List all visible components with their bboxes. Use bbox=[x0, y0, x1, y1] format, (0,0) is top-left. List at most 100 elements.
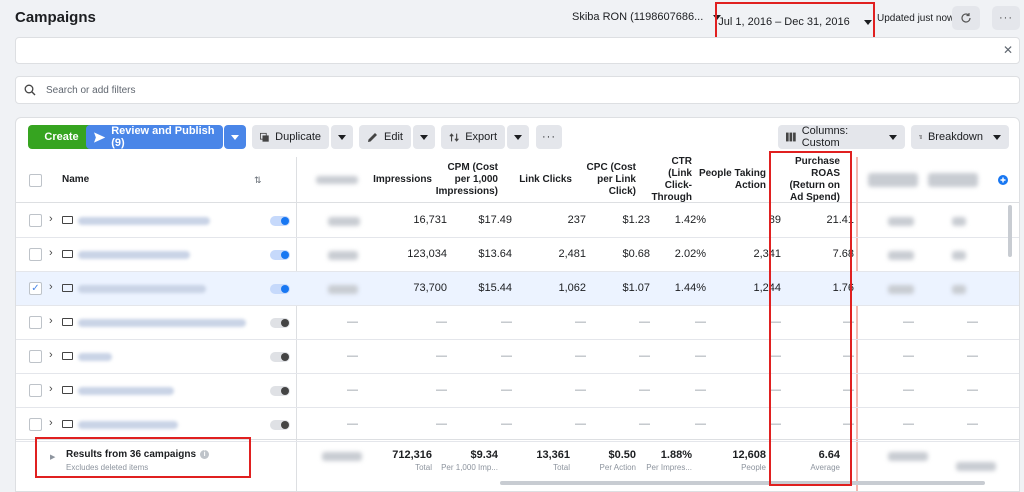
campaign-status-toggle[interactable] bbox=[270, 284, 290, 294]
duplicate-icon bbox=[260, 132, 269, 142]
blurred-value: — bbox=[903, 384, 914, 396]
folder-icon bbox=[62, 386, 73, 394]
duplicate-button[interactable]: Duplicate bbox=[252, 125, 329, 149]
sort-icon[interactable]: ⇅ bbox=[254, 157, 266, 203]
create-button[interactable]: Create bbox=[28, 125, 95, 149]
campaign-name[interactable] bbox=[78, 353, 112, 361]
row-checkbox[interactable] bbox=[29, 384, 42, 397]
column-header-link-clicks[interactable]: Link Clicks bbox=[512, 157, 572, 203]
campaign-name[interactable] bbox=[78, 285, 206, 293]
refresh-icon bbox=[961, 13, 971, 23]
campaign-name[interactable] bbox=[78, 421, 178, 429]
close-icon[interactable]: ✕ bbox=[1003, 43, 1013, 57]
highlight-roas-column bbox=[769, 151, 852, 486]
chevron-right-icon[interactable]: › bbox=[49, 349, 53, 361]
row-checkbox[interactable] bbox=[29, 350, 42, 363]
row-checkbox[interactable] bbox=[29, 214, 42, 227]
campaign-status-toggle[interactable] bbox=[270, 386, 290, 396]
select-all-checkbox[interactable] bbox=[29, 174, 42, 187]
column-header-cpc[interactable]: CPC (Cost per Link Click) bbox=[582, 157, 636, 203]
more-actions-button[interactable]: ··· bbox=[536, 125, 562, 149]
account-name: Skiba RON (1198607686... bbox=[572, 11, 704, 23]
duplicate-dropdown[interactable] bbox=[331, 125, 353, 149]
edit-button[interactable]: Edit bbox=[359, 125, 411, 149]
export-icon bbox=[449, 132, 459, 142]
cell-ctr: 1.42% bbox=[674, 214, 706, 226]
table-row[interactable]: ✓ › 73,700 $15.44 1,062 $1.07 1.44% 1,244 1.76 bbox=[16, 272, 1019, 306]
folder-icon bbox=[62, 216, 73, 224]
export-dropdown[interactable] bbox=[507, 125, 529, 149]
chevron-right-icon[interactable]: › bbox=[49, 281, 53, 293]
table-row[interactable]: › — — — — — — — — — — bbox=[16, 306, 1019, 340]
pencil-icon bbox=[368, 132, 377, 142]
folder-icon bbox=[62, 420, 73, 428]
footer-impressions: 712,316 Total bbox=[392, 449, 432, 472]
chevron-right-icon[interactable]: › bbox=[49, 247, 53, 259]
column-header-ctr[interactable]: CTR (Link Click-Through bbox=[646, 156, 692, 203]
campaign-name[interactable] bbox=[78, 251, 190, 259]
blurred-column-header bbox=[316, 157, 364, 203]
search-input[interactable] bbox=[46, 84, 446, 96]
campaign-status-toggle[interactable] bbox=[270, 352, 290, 362]
chevron-right-icon[interactable]: › bbox=[49, 383, 53, 395]
more-icon: ··· bbox=[999, 12, 1013, 24]
column-header-name[interactable]: Name bbox=[62, 157, 162, 203]
table-row[interactable]: › 16,731 $17.49 237 $1.23 1.42% 89 21.41 bbox=[16, 204, 1019, 238]
row-checkbox[interactable]: ✓ bbox=[29, 282, 42, 295]
campaign-name[interactable] bbox=[78, 319, 246, 327]
chevron-right-icon[interactable]: › bbox=[49, 315, 53, 327]
breakdown-button[interactable]: Breakdown bbox=[911, 125, 1009, 149]
blurred-value: — bbox=[967, 350, 978, 362]
blurred-value: — bbox=[903, 350, 914, 362]
search-bar[interactable] bbox=[15, 76, 1020, 104]
edit-dropdown[interactable] bbox=[413, 125, 435, 149]
cell-cpm: — bbox=[501, 384, 512, 396]
campaign-name[interactable] bbox=[78, 387, 174, 395]
blurred-column-header bbox=[928, 157, 986, 203]
blurred-value: — bbox=[903, 316, 914, 328]
column-header-cpm[interactable]: CPM (Cost per 1,000 Impressions) bbox=[436, 157, 498, 203]
row-checkbox[interactable] bbox=[29, 316, 42, 329]
cell-link-clicks: — bbox=[575, 350, 586, 362]
column-header-people-taking-action[interactable]: People Taking Action bbox=[698, 157, 766, 203]
cell-link-clicks: 2,481 bbox=[558, 248, 586, 260]
filter-bar[interactable]: ✕ bbox=[15, 37, 1020, 64]
export-button[interactable]: Export bbox=[441, 125, 505, 149]
cell-ctr: — bbox=[695, 384, 706, 396]
campaign-status-toggle[interactable] bbox=[270, 420, 290, 430]
chevron-down-icon bbox=[863, 19, 872, 25]
table-row[interactable]: › 123,034 $13.64 2,481 $0.68 2.02% 2,341 7.68 bbox=[16, 238, 1019, 272]
campaign-status-toggle[interactable] bbox=[270, 216, 290, 226]
blurred-value: — bbox=[967, 384, 978, 396]
campaign-status-toggle[interactable] bbox=[270, 318, 290, 328]
refresh-button[interactable] bbox=[952, 6, 980, 30]
row-checkbox[interactable] bbox=[29, 418, 42, 431]
add-column-icon[interactable] bbox=[998, 157, 1010, 203]
chevron-right-icon[interactable]: › bbox=[49, 417, 53, 429]
cell-ctr: — bbox=[695, 316, 706, 328]
more-options-button[interactable]: ··· bbox=[992, 6, 1020, 30]
top-bar: Campaigns Skiba RON (1198607686... Jul 1… bbox=[0, 0, 1024, 42]
date-range-picker[interactable]: Jul 1, 2016 – Dec 31, 2016 bbox=[715, 2, 875, 42]
account-selector[interactable]: Skiba RON (1198607686... bbox=[572, 11, 722, 23]
review-publish-button[interactable]: Review and Publish (9) bbox=[86, 125, 223, 149]
blurred-value bbox=[952, 285, 966, 294]
columns-button[interactable]: Columns: Custom bbox=[778, 125, 905, 149]
table-row[interactable]: › — — — — — — — — — — bbox=[16, 374, 1019, 408]
search-icon bbox=[24, 84, 36, 96]
horizontal-scrollbar[interactable] bbox=[500, 481, 985, 485]
cell-link-clicks: — bbox=[575, 316, 586, 328]
campaign-status-toggle[interactable] bbox=[270, 250, 290, 260]
cell-ctr: — bbox=[695, 350, 706, 362]
chevron-down-icon bbox=[338, 134, 346, 140]
cell-cpm: $17.49 bbox=[478, 214, 512, 226]
vertical-scrollbar[interactable] bbox=[1008, 205, 1012, 257]
cell-link-clicks: — bbox=[575, 384, 586, 396]
table-row[interactable]: › — — — — — — — — — — bbox=[16, 340, 1019, 374]
campaign-name[interactable] bbox=[78, 217, 210, 225]
row-checkbox[interactable] bbox=[29, 248, 42, 261]
chevron-right-icon[interactable]: › bbox=[49, 213, 53, 225]
column-header-impressions[interactable]: Impressions bbox=[368, 157, 432, 203]
highlight-results-summary bbox=[35, 437, 251, 478]
review-publish-dropdown[interactable] bbox=[224, 125, 246, 149]
